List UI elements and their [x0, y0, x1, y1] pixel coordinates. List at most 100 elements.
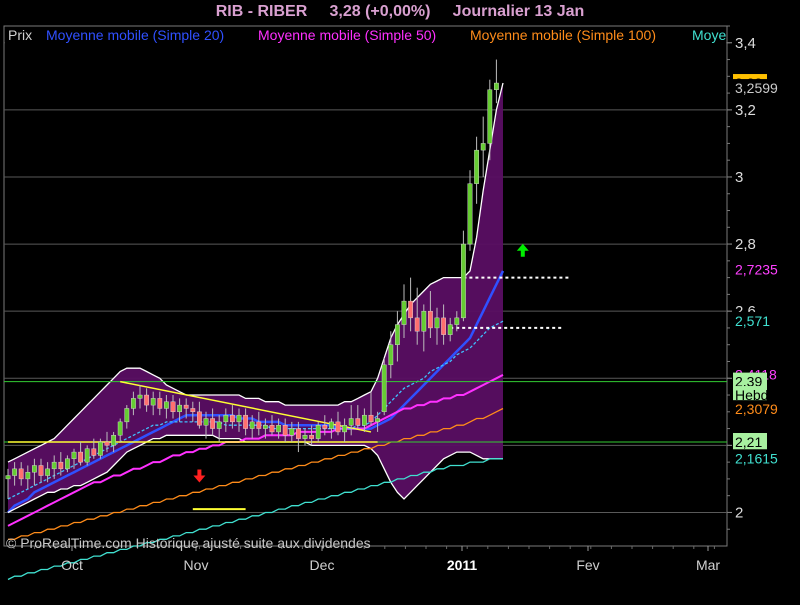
candle-body [315, 425, 321, 439]
candle-body [421, 310, 427, 332]
candle-body [381, 364, 387, 413]
candle-body [342, 425, 347, 433]
candle-body [467, 183, 473, 245]
arrow-up-icon [516, 243, 529, 257]
candle-body [223, 414, 229, 423]
price-label: 2,21 [735, 434, 762, 450]
candle-body [124, 408, 130, 423]
y-tick-label: 2,8 [735, 236, 756, 253]
legend-item: Prix [8, 27, 32, 43]
candle-body [91, 448, 97, 456]
candle-body [256, 421, 262, 429]
candle-body [97, 441, 103, 456]
candle-body [71, 451, 77, 459]
bollinger-band-fill [8, 83, 503, 513]
price-label: 2,3079 [735, 401, 778, 417]
candle-body [104, 441, 110, 446]
x-tick-label: Nov [184, 557, 209, 573]
candle-body [454, 317, 460, 325]
watermark: © ProRealTime.com Historique ajusté suit… [6, 535, 371, 551]
x-tick-label: Mar [696, 557, 720, 573]
x-tick-label: Oct [61, 557, 83, 573]
candle-body [461, 243, 466, 319]
candle-body [441, 317, 446, 335]
candle-body [302, 435, 308, 439]
candle-body [210, 418, 215, 429]
candle-body [388, 344, 394, 366]
legend-item: Moyenne mobile (Simple 100) [470, 27, 656, 43]
candle-body [170, 401, 176, 413]
candle-body [243, 414, 248, 429]
candle-body [25, 471, 31, 480]
candle-body [38, 465, 44, 476]
candle-body [309, 435, 314, 439]
chart-title: RIB - RIBER 3,28 (+0,00%) Journalier 13 … [0, 0, 800, 24]
candle-body [263, 425, 268, 429]
candle-body [64, 458, 70, 470]
candle-body [494, 82, 499, 90]
symbol-label: RIB - RIBER [215, 3, 308, 20]
plot-border [3, 25, 728, 547]
candle-body [78, 451, 84, 463]
x-tick-label: Fev [576, 557, 599, 573]
candle-body [144, 394, 149, 406]
candle-body [183, 404, 189, 409]
candle-body [177, 404, 182, 413]
candle-body [137, 394, 143, 399]
candle-body [236, 414, 242, 423]
x-tick-label: Dec [310, 557, 335, 573]
price-label: 2,7235 [735, 262, 778, 278]
candle-body [32, 465, 37, 473]
candle-body [18, 468, 24, 480]
candle-body [163, 401, 169, 409]
price-label: 3,2599 [735, 80, 778, 96]
candle-body [269, 425, 275, 433]
legend: Prix Moyenne mobile (Simple 20) Moyenne mo… [5, 27, 726, 45]
candle-body [487, 89, 493, 144]
legend-item: Moyenne mobile (Simple 20) [46, 27, 224, 43]
candle-body [335, 421, 341, 433]
candle-body [480, 143, 486, 151]
legend-item: Moye [692, 27, 726, 43]
candle-body [414, 317, 420, 332]
candle-body [190, 408, 196, 413]
candle-body [111, 435, 117, 446]
chart-frame[interactable]: Prix Moyenne mobile (Simple 20) Moyenne mo… [0, 24, 800, 600]
price-label: 2,571 [735, 313, 770, 329]
candle-body [362, 414, 367, 426]
candle-body [196, 411, 202, 426]
candle-body [368, 414, 374, 423]
candle-body [434, 317, 440, 329]
legend-item: Moyenne mobile (Simple 50) [258, 27, 436, 43]
candle-body [12, 468, 17, 476]
candle-body [348, 418, 354, 426]
candle-body [375, 418, 380, 423]
candle-body [216, 421, 222, 429]
candle-body [395, 324, 400, 345]
x-tick-label: 2011 [447, 557, 478, 573]
candle-body [51, 461, 57, 470]
arrow-down-icon [193, 469, 206, 483]
candle-body [229, 414, 235, 423]
candle-body [428, 310, 433, 329]
candle-body [296, 428, 301, 439]
price-label: 2,1615 [735, 450, 778, 466]
candle-body [5, 475, 11, 480]
candle-body [355, 418, 361, 426]
candle-body [322, 425, 328, 429]
y-tick-label: 3,2 [735, 102, 756, 119]
candle-body [289, 428, 295, 436]
candle-body [447, 324, 453, 335]
price-chart[interactable]: Prix Moyenne mobile (Simple 20) Moyenne mo… [0, 24, 800, 600]
candle-body [474, 149, 479, 184]
candle-body [401, 300, 407, 325]
annotation-layer [4, 243, 727, 511]
candle-body [249, 421, 255, 429]
candle-body [45, 468, 51, 476]
price-change-label: 3,28 (+0,00%) [329, 3, 431, 20]
candle-body [329, 421, 334, 429]
candle-body [203, 418, 209, 426]
period-date-label: Journalier 13 Jan [452, 3, 585, 20]
candle-body [150, 398, 156, 406]
candle-body [117, 421, 123, 436]
